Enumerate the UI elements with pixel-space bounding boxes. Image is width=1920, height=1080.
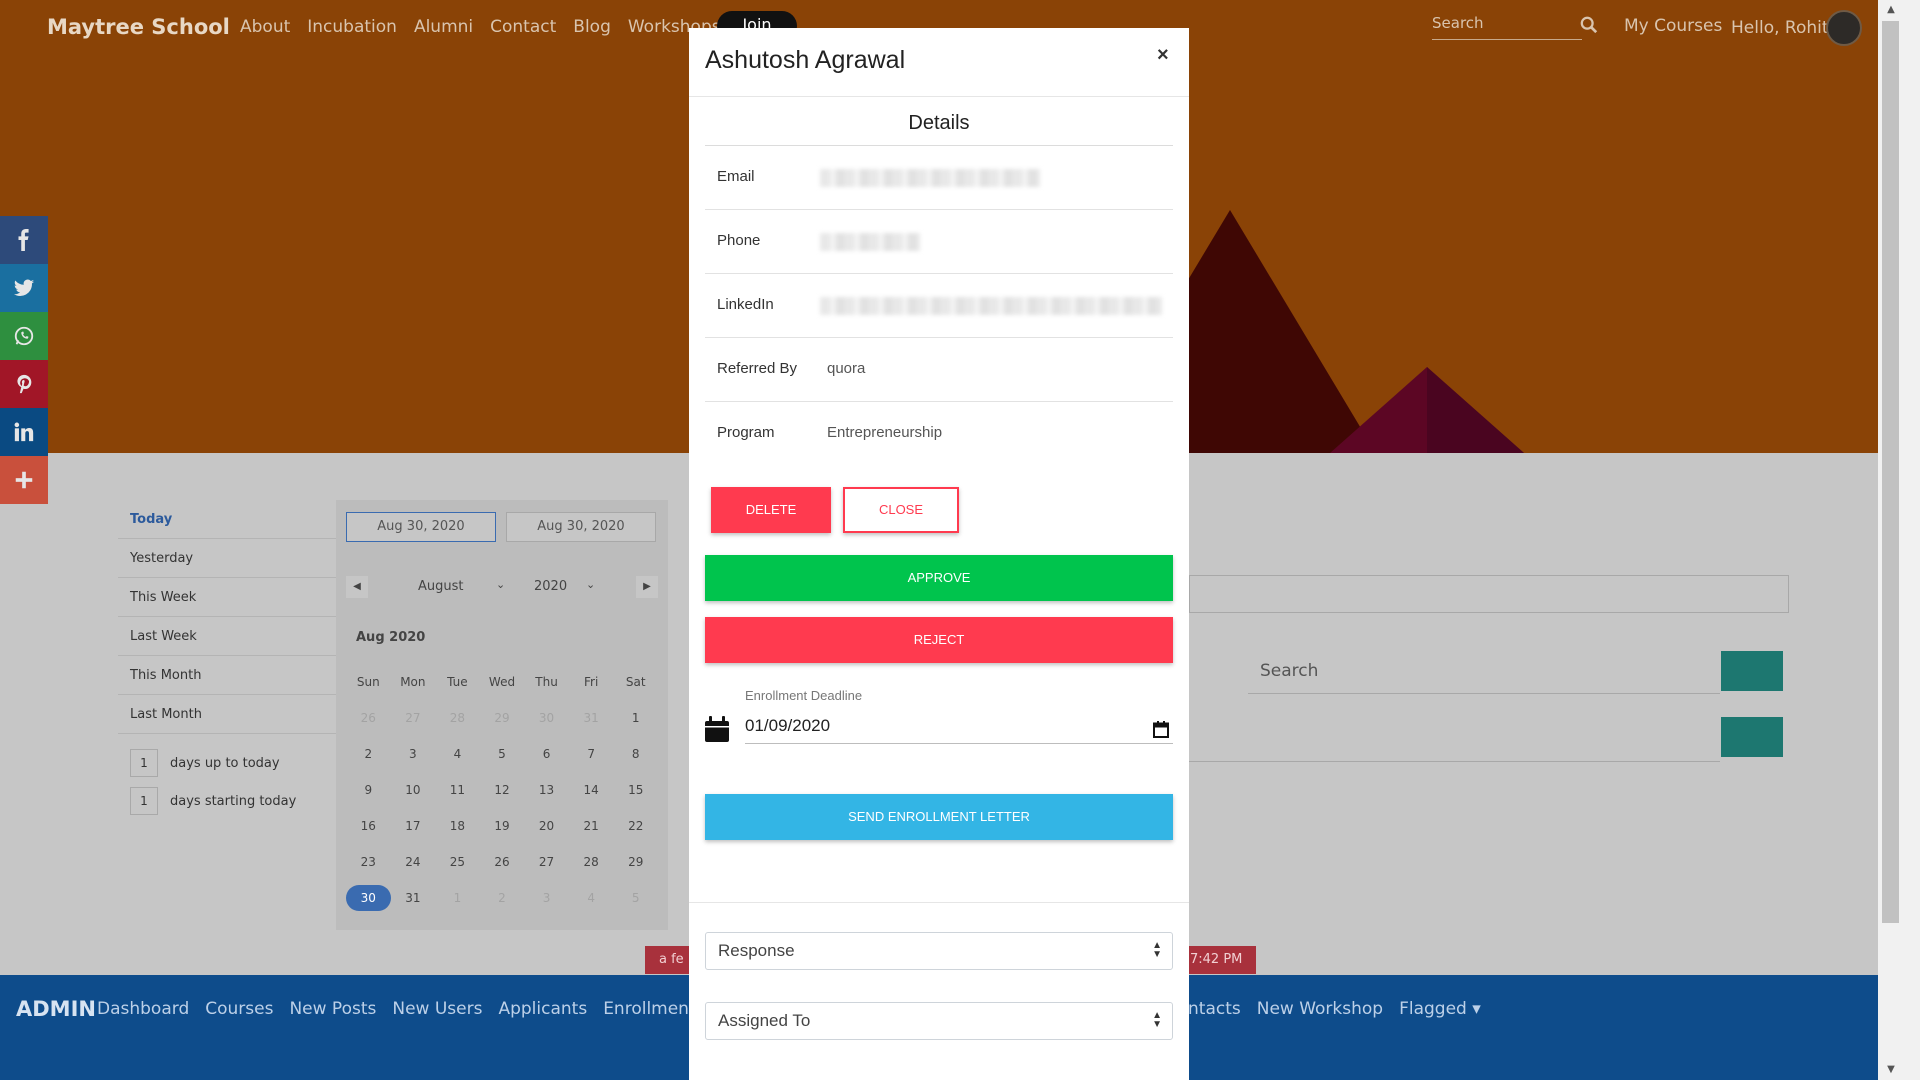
detail-row-linkedin: LinkedIn <box>705 274 1173 338</box>
details-heading: Details <box>908 112 970 134</box>
redacted-linkedin <box>820 297 1162 315</box>
program-value: Entrepreneurship <box>827 424 943 441</box>
calendar-icon <box>705 716 729 742</box>
response-select[interactable]: Response ▲ ▼ <box>705 932 1173 970</box>
detail-row-program: Program Entrepreneurship <box>705 402 1173 466</box>
date-picker-icon[interactable] <box>1153 721 1169 738</box>
detail-row-referred-by: Referred By quora <box>705 338 1173 402</box>
program-label: Program <box>717 424 775 441</box>
referred-by-value: quora <box>827 360 866 377</box>
response-select-value: Response <box>718 941 795 960</box>
linkedin-label: LinkedIn <box>717 296 774 313</box>
detail-row-email: Email <box>705 146 1173 210</box>
scrollbar-thumb[interactable] <box>1882 21 1899 923</box>
redacted-phone <box>820 233 920 251</box>
redacted-email <box>820 169 1040 187</box>
modal-title: Ashutosh Agrawal <box>705 46 906 74</box>
approve-button[interactable]: APPROVE <box>705 555 1173 601</box>
scroll-up-icon[interactable]: ▲ <box>1884 3 1898 17</box>
assigned-to-select-value: Assigned To <box>718 1011 811 1030</box>
deadline-label: Enrollment Deadline <box>745 688 863 703</box>
close-button[interactable]: CLOSE <box>843 487 959 533</box>
phone-label: Phone <box>717 232 761 249</box>
assigned-to-select[interactable]: Assigned To ▲ ▼ <box>705 1002 1173 1040</box>
divider <box>689 96 1189 97</box>
send-enrollment-letter-button[interactable]: SEND ENROLLMENT LETTER <box>705 794 1173 840</box>
deadline-date-input[interactable]: 01/09/2020 <box>745 710 1173 744</box>
detail-row-phone: Phone <box>705 210 1173 274</box>
reject-button[interactable]: REJECT <box>705 617 1173 663</box>
delete-button[interactable]: DELETE <box>711 487 831 533</box>
applicant-modal: Ashutosh Agrawal × Details Email Phone L… <box>689 28 1189 1080</box>
email-label: Email <box>717 168 755 185</box>
select-arrows-icon: ▲ ▼ <box>1152 940 1162 960</box>
close-icon[interactable]: × <box>1157 44 1169 67</box>
divider <box>689 902 1189 903</box>
scroll-down-icon[interactable]: ▼ <box>1884 1063 1898 1077</box>
referred-by-label: Referred By <box>717 360 798 377</box>
select-arrows-icon: ▲ ▼ <box>1152 1010 1162 1030</box>
